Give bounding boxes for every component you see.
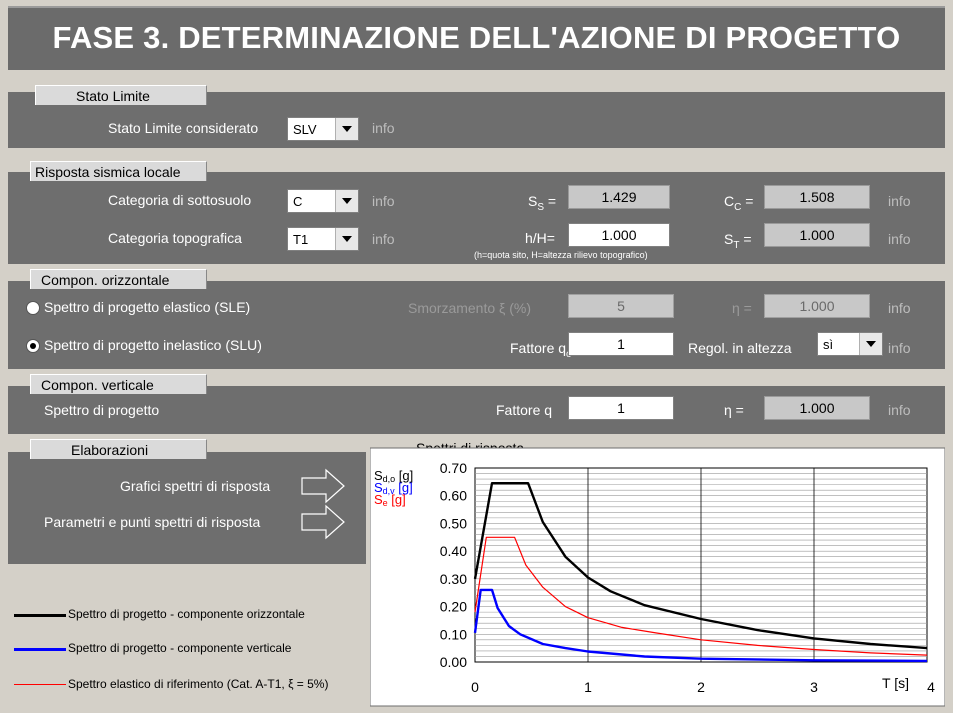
parametri-label: Parametri e punti spettri di risposta (44, 514, 261, 530)
page-title: FASE 3. DETERMINAZIONE DELL'AZIONE DI PR… (52, 20, 901, 55)
sottosuolo-value: C (293, 194, 303, 209)
x-tick-label: 0 (471, 679, 479, 695)
stato-limite-info-link[interactable]: info (372, 120, 395, 136)
hH-note: (h=quota sito, H=altezza rilievo topogra… (474, 250, 648, 260)
y-axis-label: Se [g] (374, 492, 406, 508)
eta-o-info-link[interactable]: info (888, 300, 911, 316)
stato-limite-label: Stato Limite considerato (108, 120, 259, 136)
legend-label: Spettro elastico di riferimento (Cat. A-… (68, 677, 329, 691)
spettro-progetto-label: Spettro di progetto (44, 402, 160, 418)
legend-item-verticale: Spettro di progetto - componente vertica… (14, 640, 384, 658)
fattore-q-label: Fattore q (496, 402, 553, 418)
chevron-down-icon[interactable] (335, 118, 358, 140)
topografica-label: Categoria topografica (108, 230, 242, 246)
eta-v-field: 1.000 (764, 396, 870, 420)
sle-label: Spettro di progetto elastico (SLE) (44, 299, 251, 315)
title-bar: FASE 3. DETERMINAZIONE DELL'AZIONE DI PR… (8, 6, 945, 70)
sle-radio-option[interactable]: Spettro di progetto elastico (SLE) (26, 298, 316, 318)
legend-swatch (14, 684, 66, 685)
chevron-down-icon[interactable] (335, 190, 358, 212)
x-tick-label: 1 (584, 679, 592, 695)
y-tick-label: 0.60 (440, 488, 467, 504)
grafici-button[interactable]: Grafici spettri di risposta (100, 466, 352, 506)
grafici-label: Grafici spettri di risposta (120, 478, 271, 494)
slu-label: Spettro di progetto inelastico (SLU) (44, 337, 262, 353)
y-tick-label: 0.20 (440, 599, 467, 615)
hH-label: h/H= (525, 230, 555, 246)
eta-o-field: 1.000 (764, 294, 870, 318)
topografica-select[interactable]: T1 (287, 227, 359, 251)
verticale-tab: Compon. verticale (30, 374, 207, 394)
fattore-qo-input[interactable]: 1 (568, 332, 674, 356)
eta-v-info-link[interactable]: info (888, 402, 911, 418)
slu-radio[interactable] (26, 339, 40, 353)
regol-label: Regol. in altezza (688, 340, 792, 356)
elaborazioni-tab: Elaborazioni (30, 439, 207, 459)
legend-label: Spettro di progetto - componente orizzon… (68, 607, 305, 621)
sle-radio[interactable] (26, 301, 40, 315)
fattore-q-input[interactable]: 1 (568, 396, 674, 420)
ss-label: SS = (528, 193, 557, 213)
y-tick-label: 0.50 (440, 515, 467, 531)
verticale-heading: Compon. verticale (41, 377, 154, 393)
cc-field: 1.508 (764, 185, 870, 209)
y-tick-label: 0.40 (440, 543, 467, 559)
smorzamento-label: Smorzamento ξ (%) (408, 300, 531, 316)
stato-limite-select[interactable]: SLV (287, 117, 359, 141)
y-tick-label: 0.70 (440, 460, 467, 476)
sottosuolo-info-link[interactable]: info (372, 193, 395, 209)
topografica-info-link[interactable]: info (372, 231, 395, 247)
arrow-right-icon[interactable] (300, 468, 346, 504)
ss-field: 1.429 (568, 185, 670, 209)
legend-label: Spettro di progetto - componente vertica… (68, 641, 292, 655)
cc-info-link[interactable]: info (888, 193, 911, 209)
spectra-chart: 0.00 0.10 0.20 0.30 0.40 0.50 0.60 0.70 0 1 2 3 4 T [… (370, 447, 945, 707)
cc-label: CC = (724, 193, 754, 213)
legend-item-orizzontale: Spettro di progetto - componente orizzon… (14, 606, 384, 624)
chevron-down-icon[interactable] (859, 333, 882, 355)
regol-value: sì (823, 337, 834, 352)
risposta-tab: Risposta sismica locale (30, 161, 207, 181)
smorzamento-field: 5 (568, 294, 674, 318)
risposta-heading: Risposta sismica locale (35, 164, 181, 180)
regol-info-link[interactable]: info (888, 340, 911, 356)
stato-limite-value: SLV (293, 122, 317, 137)
st-label: ST = (724, 231, 752, 251)
y-tick-label: 0.30 (440, 571, 467, 587)
st-info-link[interactable]: info (888, 231, 911, 247)
chevron-down-icon[interactable] (335, 228, 358, 250)
x-tick-label: 4 (927, 679, 935, 695)
legend-swatch (14, 614, 66, 617)
eta-o-label: η = (732, 300, 752, 316)
st-field: 1.000 (764, 223, 870, 247)
orizzontale-tab: Compon. orizzontale (30, 269, 207, 289)
sottosuolo-label: Categoria di sottosuolo (108, 192, 252, 208)
stato-limite-tab: Stato Limite (35, 85, 207, 105)
x-tick-label: 3 (810, 679, 818, 695)
parametri-button[interactable]: Parametri e punti spettri di risposta (36, 502, 352, 542)
sottosuolo-select[interactable]: C (287, 189, 359, 213)
topografica-value: T1 (293, 232, 309, 247)
arrow-right-icon[interactable] (300, 504, 346, 540)
fattore-qo-label: Fattore qo (510, 340, 572, 360)
stato-limite-heading: Stato Limite (76, 88, 150, 104)
eta-v-label: η = (724, 402, 744, 418)
elaborazioni-heading: Elaborazioni (71, 442, 149, 458)
regol-select[interactable]: sì (817, 332, 883, 356)
y-tick-label: 0.10 (440, 626, 467, 642)
orizzontale-heading: Compon. orizzontale (41, 272, 170, 288)
chart-area: Spettri di risposta 0.000.100.200.300.40… (370, 436, 945, 708)
slu-radio-option[interactable]: Spettro di progetto inelastico (SLU) (26, 336, 326, 356)
x-tick-label: 2 (697, 679, 705, 695)
y-tick-label: 0.00 (440, 654, 467, 670)
x-axis-label: T [s] (882, 675, 909, 691)
legend-swatch (14, 648, 66, 651)
legend-item-elastico: Spettro elastico di riferimento (Cat. A-… (14, 676, 384, 694)
hH-input[interactable]: 1.000 (568, 223, 670, 247)
legend: Spettro di progetto - componente orizzon… (14, 600, 384, 700)
